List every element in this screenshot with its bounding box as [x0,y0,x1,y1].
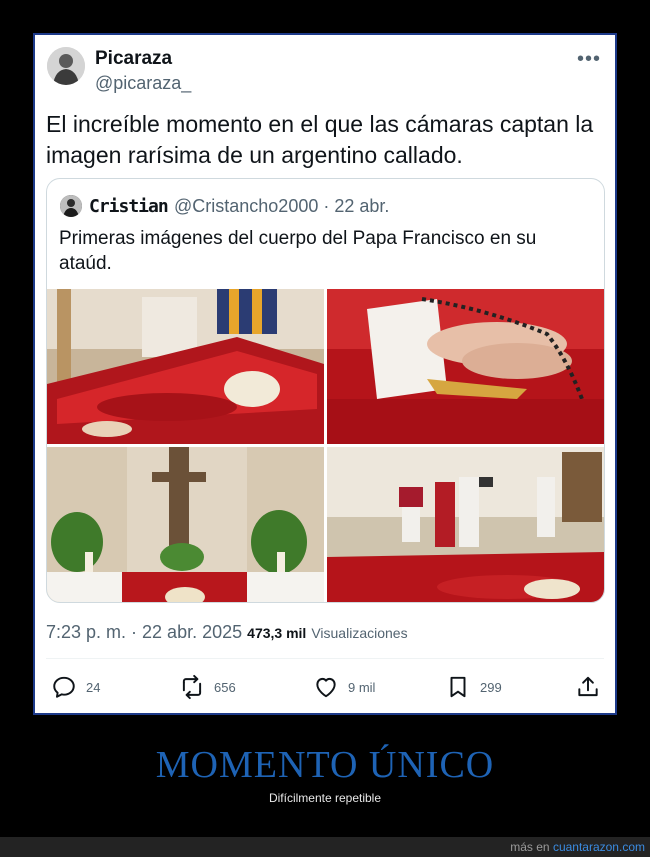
tweet-meta: 7:23 p. m. · 22 abr. 2025 473,3 mil Visu… [46,622,408,643]
footer-site-link[interactable]: cuantarazon.com [553,840,645,854]
footer-text: más en cuantarazon.com [510,840,645,854]
author-avatar[interactable] [47,47,85,85]
author-name[interactable]: Picaraza [95,48,172,70]
photo-hands-rosary[interactable] [327,289,604,444]
retweet-count: 656 [214,679,236,695]
reply-button[interactable]: 24 [51,667,100,707]
bookmark-button[interactable]: 299 [445,667,502,707]
meme-subline: Difícilmente repetible [268,791,382,805]
photo-chapel-altar[interactable] [47,447,324,602]
tweet-timestamp[interactable]: 7:23 p. m. · 22 abr. 2025 [46,622,242,642]
retweet-icon [179,674,205,700]
share-icon [575,674,601,700]
like-button[interactable]: 9 mil [313,667,375,707]
more-dots-icon[interactable]: ••• [577,48,601,71]
views-label: Visualizaciones [311,625,408,641]
quoted-author-name[interactable]: Cristian [89,196,169,217]
views-count: 473,3 mil [247,625,307,641]
site-footer: más en cuantarazon.com [0,837,650,857]
photo-grid [47,289,604,602]
heart-icon [313,674,339,700]
tweet-card: Picaraza @picaraza_ ••• El increíble mom… [33,33,617,715]
bookmark-icon [445,674,471,700]
photo-mourners[interactable] [327,447,604,602]
quoted-author-avatar[interactable] [60,195,82,217]
photo-coffin-room[interactable] [47,289,324,444]
retweet-button[interactable]: 656 [179,667,236,707]
share-button[interactable] [575,667,601,707]
author-handle[interactable]: @picaraza_ [95,73,191,94]
quoted-tweet[interactable]: Cristian @Cristancho2000 · 22 abr. Prime… [46,178,605,603]
bookmark-count: 299 [480,679,502,695]
tweet-text: El increíble momento en el que las cámar… [46,111,594,168]
meme-headline: MOMENTO ÚNICO [155,744,495,786]
reply-count: 24 [86,679,101,695]
divider [46,658,604,659]
quoted-author-handle[interactable]: @Cristancho2000 · 22 abr. [174,196,389,217]
like-count: 9 mil [348,679,376,695]
reply-icon [51,674,77,700]
quoted-tweet-text: Primeras imágenes del cuerpo del Papa Fr… [59,228,537,274]
footer-prefix: más en [510,840,553,854]
action-bar: 24 656 9 mil 299 [35,667,619,707]
